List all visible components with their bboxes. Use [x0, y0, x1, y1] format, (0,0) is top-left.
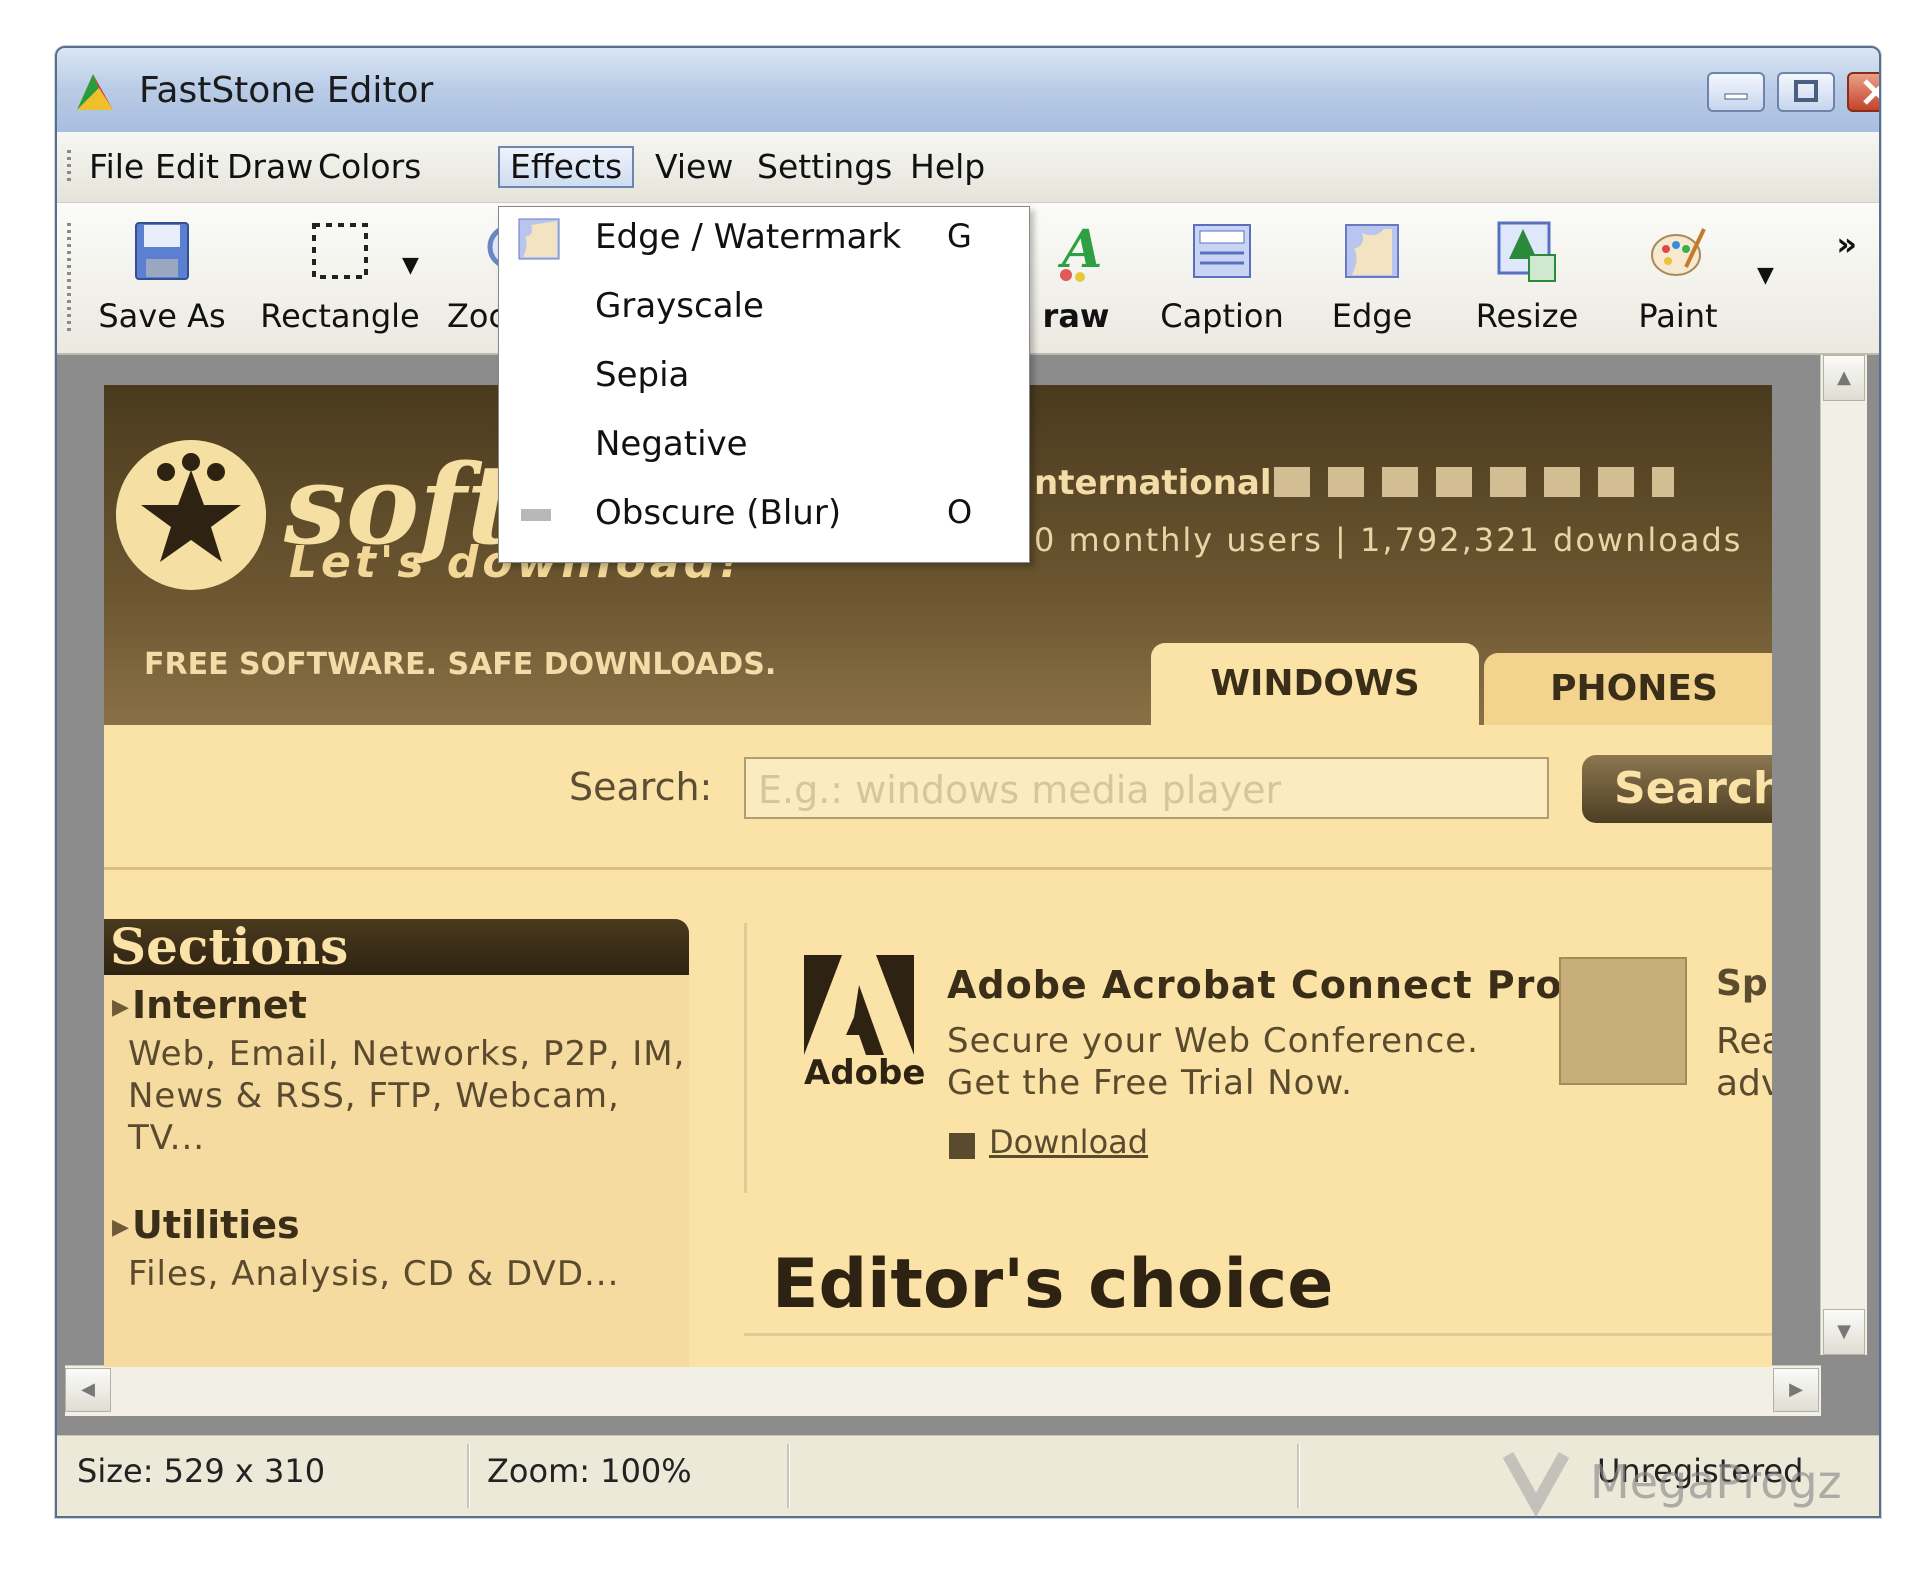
menu-item-edge-watermark[interactable]: Edge / Watermark G [499, 207, 1029, 271]
minimize-button[interactable] [1707, 72, 1765, 112]
scroll-up-arrow-icon[interactable]: ▲ [1823, 355, 1865, 401]
menu-file[interactable]: File [79, 146, 154, 188]
caption-button[interactable]: Caption [1147, 219, 1297, 339]
image-download-check-icon [949, 1133, 975, 1159]
image-stats-text: 0 monthly users | 1,792,321 downloads [1034, 521, 1743, 559]
draw-button[interactable]: A raw [1021, 219, 1131, 339]
menu-colors[interactable]: Colors [308, 146, 431, 188]
image-promo-line: Get the Free Trial Now. [947, 1063, 1353, 1103]
image-section-utilities-text: Files, Analysis, CD & DVD... [128, 1254, 620, 1294]
edge-effect-icon [1345, 224, 1399, 278]
horizontal-scrollbar[interactable]: ◀ ▶ [65, 1365, 1821, 1416]
image-international-label: nternational [1034, 463, 1272, 503]
rectangle-dropdown-arrow-icon[interactable]: ▼ [402, 253, 419, 278]
status-separator [1297, 1444, 1300, 1508]
dashed-rectangle-icon [312, 223, 368, 279]
floppy-disk-icon [135, 222, 189, 280]
toolbar-grip[interactable] [67, 223, 71, 333]
image-adobe-word: Adobe [804, 1053, 926, 1093]
status-image-size: Size: 529 x 310 [77, 1452, 326, 1490]
toolbar-overflow-chevron-icon[interactable]: » [1836, 225, 1857, 263]
menu-item-sepia[interactable]: Sepia [499, 345, 1029, 409]
effects-dropdown-menu: Edge / Watermark G Grayscale Sepia Negat… [498, 206, 1030, 563]
resize-button[interactable]: Resize [1457, 219, 1597, 339]
image-section-internet: Internet [132, 983, 307, 1027]
status-separator [467, 1444, 470, 1508]
scroll-left-arrow-icon[interactable]: ◀ [65, 1368, 111, 1412]
menu-settings[interactable]: Settings [747, 146, 902, 188]
image-promo2-title: Sp [1716, 963, 1768, 1004]
image-language-flags-icon [1274, 467, 1674, 497]
caption-icon [1193, 224, 1251, 278]
title-bar[interactable]: FastStone Editor [57, 48, 1879, 132]
menu-item-obscure-blur[interactable]: Obscure (Blur) O [499, 483, 1029, 547]
adobe-logo-icon [804, 955, 914, 1055]
image-promo2-thumbnail [1559, 957, 1687, 1085]
vertical-scrollbar[interactable]: ▲ ▼ [1820, 355, 1867, 1355]
image-promo-title: Adobe Acrobat Connect Pro [947, 963, 1563, 1007]
menu-item-grayscale[interactable]: Grayscale [499, 276, 1029, 340]
paint-button[interactable]: Paint [1613, 219, 1743, 339]
image-slogan: FREE SOFTWARE. SAFE DOWNLOADS. [144, 647, 777, 682]
minimize-icon [1724, 93, 1748, 100]
resize-tree-icon [1497, 221, 1556, 282]
menu-view[interactable]: View [645, 146, 743, 188]
image-sections-title: Sections [110, 917, 349, 976]
image-section-internet-text: Web, Email, Networks, P2P, IM, News & RS… [128, 1034, 686, 1158]
menu-help[interactable]: Help [900, 146, 995, 188]
megaprogz-watermark-logo-icon [1502, 1452, 1570, 1517]
maximize-button[interactable] [1777, 72, 1835, 112]
close-icon [1863, 79, 1879, 105]
watermark-text: MegaProgz [1590, 1455, 1842, 1509]
image-promo2-line: Rea [1716, 1021, 1772, 1062]
menu-grip[interactable] [67, 150, 71, 184]
image-section-arrow-icon: ▶ [112, 995, 129, 1020]
image-divider [104, 867, 1772, 870]
rectangle-select-button[interactable]: Rectangle [255, 219, 425, 339]
image-search-box: E.g.: windows media player [744, 757, 1549, 819]
image-section-arrow-icon: ▶ [112, 1215, 129, 1240]
image-editors-choice-heading: Editor's choice [772, 1245, 1334, 1324]
image-search-button: Search [1582, 755, 1772, 823]
maximize-icon [1794, 80, 1818, 102]
image-tab-windows: WINDOWS [1151, 643, 1479, 725]
paint-dropdown-arrow-icon[interactable]: ▼ [1757, 263, 1774, 288]
close-button[interactable] [1847, 72, 1879, 112]
scroll-right-arrow-icon[interactable]: ▶ [1773, 1368, 1819, 1412]
image-promo-line: Secure your Web Conference. [947, 1021, 1479, 1061]
image-search-label: Search: [569, 765, 713, 809]
save-as-button[interactable]: Save As [87, 219, 237, 339]
status-zoom: Zoom: 100% [487, 1452, 692, 1490]
image-section-utilities: Utilities [132, 1203, 300, 1247]
window-title: FastStone Editor [139, 70, 434, 111]
menu-effects[interactable]: Effects [498, 146, 635, 188]
menu-bar: File Edit Draw Colors Effects View Setti… [57, 132, 1879, 203]
faststone-logo-icon [77, 74, 113, 110]
draw-text-icon: A [1057, 219, 1102, 282]
image-promo-download-link: Download [989, 1123, 1149, 1161]
blur-icon [521, 509, 551, 521]
scroll-down-arrow-icon[interactable]: ▼ [1823, 1309, 1865, 1355]
paint-palette-icon [1651, 228, 1706, 276]
edge-button[interactable]: Edge [1307, 219, 1437, 339]
image-promo2-line: adv [1716, 1063, 1772, 1104]
menu-item-negative[interactable]: Negative [499, 414, 1029, 478]
image-tab-phones: PHONES [1484, 653, 1772, 725]
softonic-logo-icon [116, 440, 266, 590]
image-editors-rule [744, 1333, 1772, 1336]
edge-watermark-icon [518, 218, 560, 260]
status-separator [787, 1444, 790, 1508]
